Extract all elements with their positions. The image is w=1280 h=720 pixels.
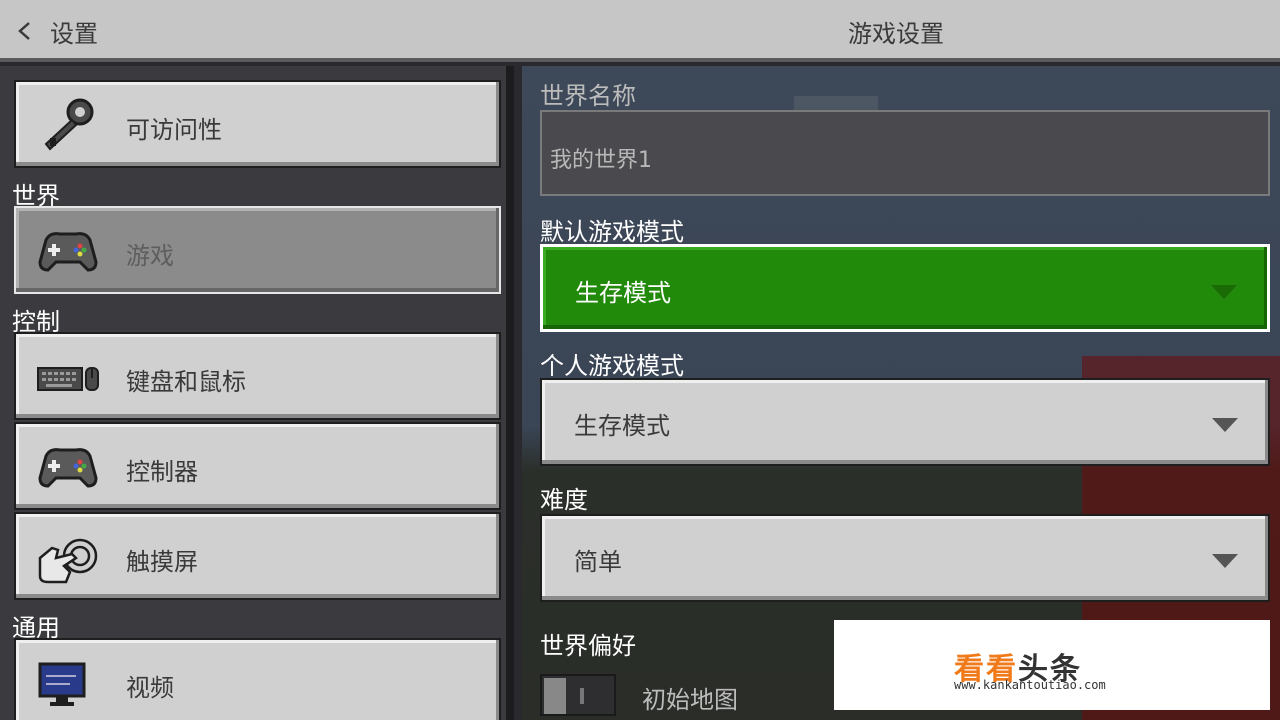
world-name-label: 世界名称 bbox=[540, 82, 636, 110]
starting-map-label: 初始地图 bbox=[642, 686, 738, 714]
sidebar-item-keyboard-mouse[interactable]: 键盘和鼠标 bbox=[14, 332, 501, 420]
key-icon bbox=[44, 98, 94, 151]
world-name-input[interactable]: 我的世界1 bbox=[540, 110, 1270, 196]
watermark-url: www.kankantoutiao.com bbox=[954, 678, 1106, 692]
chevron-left-icon bbox=[18, 22, 30, 40]
dropdown-value: 生存模式 bbox=[575, 279, 671, 307]
default-game-mode-label: 默认游戏模式 bbox=[540, 218, 684, 246]
sidebar-item-label: 控制器 bbox=[126, 458, 198, 486]
sidebar-item-controller[interactable]: 控制器 bbox=[14, 422, 501, 510]
world-preferences-label: 世界偏好 bbox=[540, 632, 636, 660]
keyboard-mouse-icon bbox=[37, 367, 99, 391]
chevron-down-icon bbox=[1212, 554, 1238, 568]
chevron-down-icon bbox=[1211, 285, 1237, 299]
back-label: 设置 bbox=[50, 19, 98, 48]
difficulty-label: 难度 bbox=[540, 486, 588, 514]
difficulty-dropdown[interactable]: 简单 bbox=[540, 514, 1270, 602]
starting-map-toggle[interactable] bbox=[540, 674, 616, 716]
sidebar-item-label: 视频 bbox=[126, 674, 174, 702]
sidebar-item-label: 可访问性 bbox=[126, 116, 222, 144]
sidebar-item-touchscreen[interactable]: 触摸屏 bbox=[14, 512, 501, 600]
sidebar-item-label: 触摸屏 bbox=[126, 548, 198, 576]
chevron-down-icon bbox=[1212, 418, 1238, 432]
touch-hand-icon bbox=[38, 538, 98, 584]
dropdown-value: 简单 bbox=[574, 548, 622, 576]
personal-game-mode-dropdown[interactable]: 生存模式 bbox=[540, 378, 1270, 466]
personal-game-mode-label: 个人游戏模式 bbox=[540, 352, 684, 380]
sidebar-item-accessibility[interactable]: 可访问性 bbox=[14, 80, 501, 168]
sidebar-item-label: 游戏 bbox=[126, 242, 174, 270]
sidebar-item-game[interactable]: 游戏 bbox=[14, 206, 501, 294]
settings-sidebar: 可访问性 世界 游戏 控制 键盘和鼠标 控制器 触摸屏 通用 视频 bbox=[0, 66, 514, 720]
gamepad-icon bbox=[38, 232, 98, 272]
monitor-icon bbox=[38, 662, 86, 706]
sidebar-item-video[interactable]: 视频 bbox=[14, 638, 501, 720]
default-game-mode-dropdown[interactable]: 生存模式 bbox=[540, 244, 1270, 332]
page-title: 游戏设置 bbox=[848, 20, 944, 48]
toggle-indicator bbox=[580, 688, 584, 704]
header-bar: 设置 游戏设置 bbox=[0, 0, 1280, 62]
controller-icon bbox=[38, 448, 98, 488]
watermark: 看看头条 www.kankantoutiao.com bbox=[834, 620, 1270, 710]
toggle-knob bbox=[544, 678, 566, 714]
back-button[interactable]: 设置 bbox=[14, 12, 98, 50]
sidebar-item-label: 键盘和鼠标 bbox=[126, 368, 246, 396]
dropdown-value: 生存模式 bbox=[574, 412, 670, 440]
